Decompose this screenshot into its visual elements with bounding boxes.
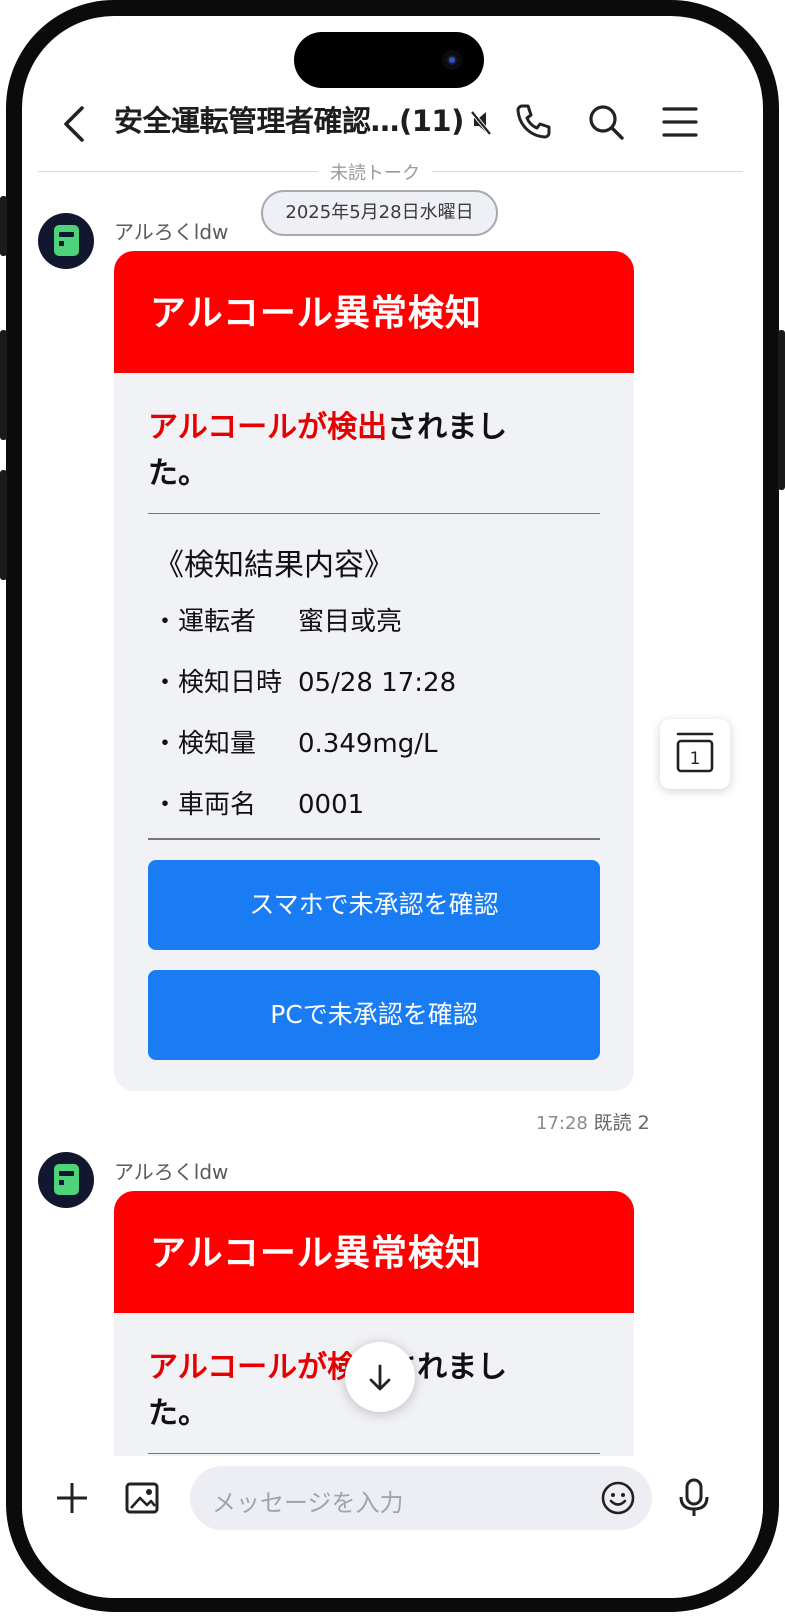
result-list: ・運転者 蜜目或亮 ・検知日時 05/28 17:28 ・検知量 0.349mg… bbox=[148, 592, 600, 836]
dynamic-island bbox=[294, 32, 484, 88]
chat-header: 安全運転管理者確認…(11) bbox=[22, 94, 763, 154]
alert-card: アルコール異常検知 アルコールが検出されまし た。 《検知結果内容》 ・運転者 … bbox=[114, 251, 634, 1091]
result-key: ・検知量 bbox=[152, 729, 257, 759]
alert-lead: アルコールが検出されまし た。 bbox=[148, 373, 600, 514]
search-icon[interactable] bbox=[584, 100, 628, 144]
breathalyzer-icon bbox=[54, 225, 79, 256]
camera-icon bbox=[442, 50, 462, 70]
breathalyzer-icon bbox=[54, 1164, 79, 1195]
chat-title[interactable]: 安全運転管理者確認…(11) bbox=[114, 98, 464, 140]
unread-label: 未読トーク bbox=[318, 159, 432, 185]
result-key: ・運転者 bbox=[152, 607, 257, 637]
divider bbox=[148, 838, 600, 840]
read-receipt: 既読 2 bbox=[593, 1112, 650, 1134]
card-title: アルコール異常検知 bbox=[114, 251, 634, 373]
result-key: ・車両名 bbox=[152, 790, 257, 820]
phone-icon[interactable] bbox=[510, 100, 554, 144]
result-row: ・運転者 蜜目或亮 bbox=[148, 592, 600, 653]
result-value: 0.349mg/L bbox=[298, 729, 438, 759]
result-value: 蜜目或亮 bbox=[298, 607, 403, 637]
muted-icon bbox=[466, 100, 500, 144]
side-button bbox=[0, 330, 7, 440]
card-title: アルコール異常検知 bbox=[114, 1191, 634, 1313]
date-pill: 2025年5月28日水曜日 bbox=[261, 190, 498, 236]
lead-text: されまし bbox=[387, 410, 508, 445]
result-value: 05/28 17:28 bbox=[298, 668, 457, 698]
arrow-down-icon bbox=[369, 1364, 391, 1391]
message-meta: 17:28 既読 2 bbox=[536, 1108, 650, 1135]
side-button bbox=[0, 196, 7, 256]
message-input-placeholder: メッセージを入力 bbox=[212, 1489, 404, 1517]
message-input[interactable]: メッセージを入力 bbox=[190, 1466, 652, 1530]
menu-icon[interactable] bbox=[658, 100, 702, 144]
result-row: ・車両名 0001 bbox=[148, 775, 600, 836]
plus-icon[interactable] bbox=[52, 1478, 92, 1518]
check-unapproved-pc-button[interactable]: PCで未承認を確認 bbox=[148, 969, 600, 1060]
lead-text: た。 bbox=[148, 1396, 208, 1431]
notes-button[interactable]: 1 bbox=[660, 719, 730, 789]
result-row: ・検知量 0.349mg/L bbox=[148, 714, 600, 775]
sender-name: アルろくldw bbox=[114, 220, 229, 244]
result-value: 0001 bbox=[298, 790, 365, 820]
side-button bbox=[778, 330, 785, 490]
scroll-down-button[interactable] bbox=[345, 1342, 415, 1412]
microphone-icon[interactable] bbox=[674, 1476, 714, 1520]
avatar[interactable] bbox=[38, 213, 94, 269]
composer-bar: メッセージを入力 bbox=[22, 1456, 763, 1598]
screen: 安全運転管理者確認…(11) 未読トーク 2025年5月28日水曜日 アルろくl… bbox=[22, 16, 763, 1598]
result-row: ・検知日時 05/28 17:28 bbox=[148, 653, 600, 714]
back-arrow-icon[interactable] bbox=[56, 102, 96, 146]
section-title: 《検知結果内容》 bbox=[154, 548, 394, 583]
card-body: アルコールが検出されまし た。 《検知結果内容》 ・運転者 蜜目或亮 ・検知日時… bbox=[114, 373, 634, 1060]
lead-red-text: アルコールが検出 bbox=[148, 410, 388, 445]
page-badge: 1 bbox=[690, 749, 701, 769]
emoji-icon[interactable] bbox=[600, 1480, 636, 1516]
sender-name: アルろくldw bbox=[114, 1160, 229, 1184]
result-key: ・検知日時 bbox=[152, 668, 283, 698]
lead-text: た。 bbox=[148, 456, 208, 491]
avatar[interactable] bbox=[38, 1152, 94, 1208]
check-unapproved-phone-button[interactable]: スマホで未承認を確認 bbox=[148, 859, 600, 950]
calendar-icon: 1 bbox=[676, 732, 714, 773]
image-icon[interactable] bbox=[122, 1478, 162, 1518]
message-time: 17:28 bbox=[536, 1113, 588, 1134]
side-button bbox=[0, 470, 7, 580]
